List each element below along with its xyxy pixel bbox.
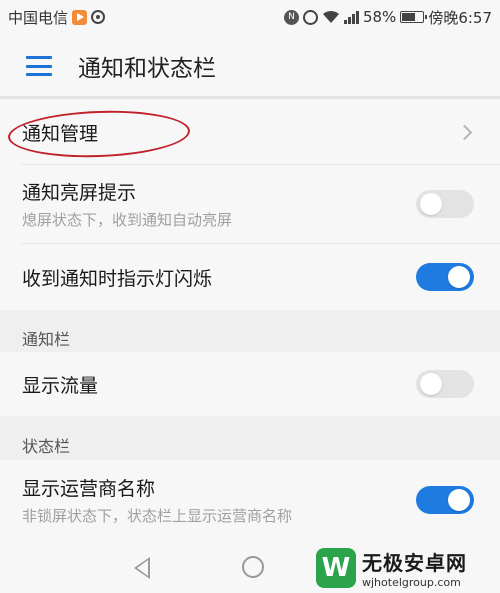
- toggle-knob: [448, 489, 470, 511]
- row-text: 通知亮屏提示 熄屏状态下，收到通知自动亮屏: [22, 178, 232, 230]
- status-bar: 中国电信 N 58% 傍晚6:57: [0, 0, 500, 34]
- watermark: W 无极安卓网 wjhotelgroup.com: [316, 543, 500, 593]
- show-carrier-row[interactable]: 显示运营商名称 非锁屏状态下，状态栏上显示运营商名称: [0, 460, 500, 540]
- indicator-light-label: 收到通知时指示灯闪烁: [22, 267, 213, 290]
- section-band: [0, 416, 500, 460]
- show-traffic-toggle[interactable]: [416, 370, 474, 398]
- wake-screen-toggle[interactable]: [416, 190, 474, 218]
- toggle-knob: [448, 266, 470, 288]
- show-carrier-description: 非锁屏状态下，状态栏上显示运营商名称: [22, 507, 293, 525]
- wake-screen-label: 通知亮屏提示: [22, 182, 137, 204]
- page-title: 通知和状态栏: [78, 56, 216, 82]
- wake-screen-description: 熄屏状态下，收到通知自动亮屏: [22, 211, 233, 229]
- watermark-logo: W: [316, 548, 356, 588]
- show-traffic-label: 显示流量: [22, 374, 99, 397]
- toggle-knob: [420, 373, 442, 395]
- circle-app-icon: [91, 10, 106, 24]
- watermark-name: 无极安卓网: [362, 551, 467, 575]
- section-band: [0, 310, 500, 352]
- app-bar: 通知和状态栏: [0, 34, 500, 98]
- chevron-right-icon: [456, 124, 473, 140]
- signal-icon: [343, 10, 359, 24]
- play-badge-icon: [72, 9, 88, 25]
- indicator-light-toggle[interactable]: [416, 263, 474, 291]
- carrier-label: 中国电信: [8, 8, 69, 27]
- watermark-text: 无极安卓网 wjhotelgroup.com: [362, 547, 467, 589]
- row-text: 通知管理: [22, 119, 98, 146]
- notification-management-row[interactable]: 通知管理: [0, 99, 500, 165]
- row-text: 收到通知时指示灯闪烁: [22, 264, 212, 291]
- show-carrier-label: 显示运营商名称: [22, 478, 156, 500]
- section-header-notification-bar: 通知栏: [22, 330, 71, 349]
- settings-screen: 中国电信 N 58% 傍晚6:57 通知和状态栏 通知管理 通知亮屏提示 熄屏状…: [0, 0, 500, 593]
- wake-screen-row[interactable]: 通知亮屏提示 熄屏状态下，收到通知自动亮屏: [0, 165, 500, 243]
- show-carrier-toggle[interactable]: [416, 486, 474, 514]
- notification-management-label: 通知管理: [22, 122, 99, 145]
- clock: 傍晚6:57: [428, 8, 492, 27]
- row-text: 显示运营商名称 非锁屏状态下，状态栏上显示运营商名称: [22, 474, 292, 526]
- status-bar-right: N 58% 傍晚6:57: [283, 7, 492, 28]
- back-icon[interactable]: [131, 557, 150, 579]
- show-traffic-row[interactable]: 显示流量: [0, 352, 500, 416]
- battery-icon: [400, 11, 428, 23]
- battery-percent: 58%: [362, 8, 397, 26]
- alarm-icon: [302, 9, 318, 25]
- section-header-status-bar: 状态栏: [22, 437, 71, 456]
- menu-icon[interactable]: [26, 56, 52, 76]
- wifi-icon: [322, 10, 339, 23]
- toggle-knob: [420, 193, 442, 215]
- indicator-light-row[interactable]: 收到通知时指示灯闪烁: [0, 244, 500, 310]
- status-bar-left: 中国电信: [8, 7, 106, 28]
- watermark-url: wjhotelgroup.com: [362, 576, 461, 589]
- nfc-icon: N: [283, 9, 299, 25]
- home-icon[interactable]: [242, 556, 264, 578]
- row-text: 显示流量: [22, 371, 98, 398]
